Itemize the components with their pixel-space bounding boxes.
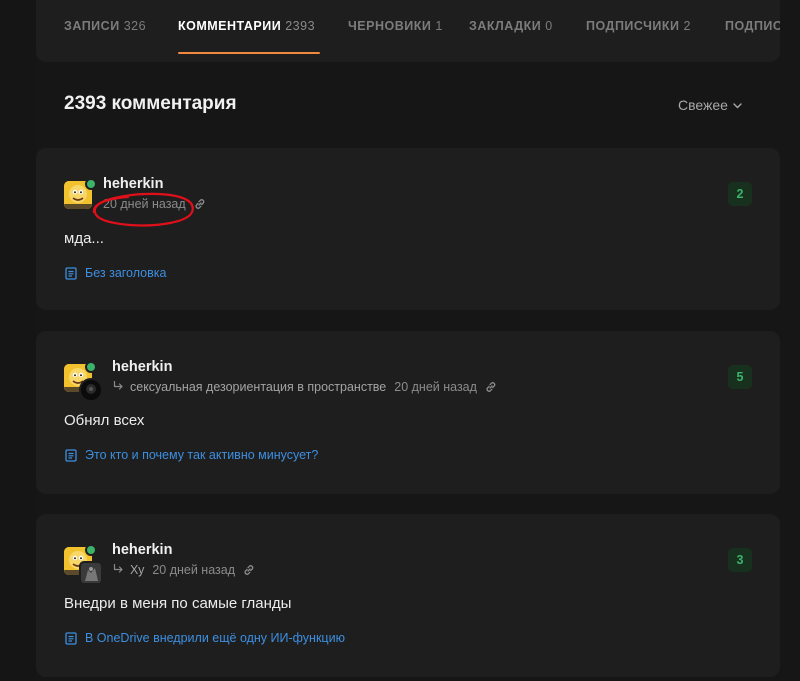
comment-time[interactable]: 20 дней назад [152,563,235,577]
tab-label: ПОДПИСЧИКИ [586,19,680,33]
tab-drafts[interactable]: ЧЕРНОВИКИ 1 [348,19,443,33]
document-icon [65,266,77,280]
comment-post-link[interactable]: Без заголовка [65,266,166,280]
link-icon[interactable] [484,380,498,394]
comment-card: heherkin Ху 20 дней назад Внедри в меня … [36,514,780,677]
comment-author[interactable]: heherkin [112,359,172,375]
reply-target-avatar [79,378,103,402]
tab-bookmarks[interactable]: ЗАКЛАДКИ 0 [469,19,553,33]
post-title: Без заголовка [85,266,167,280]
annotation-circle [92,192,194,227]
comments-count-heading: 2393 комментария [64,93,237,114]
comment-text: мда... [64,230,104,247]
tab-label: ЧЕРНОВИКИ [348,19,432,33]
online-indicator [85,544,97,556]
tab-count: 326 [123,19,147,33]
rating-badge: 3 [728,548,752,572]
comment-author[interactable]: heherkin [112,542,172,558]
avatar[interactable] [64,361,103,402]
tab-subscriptions[interactable]: ПОДПИС [725,19,780,33]
reply-target-avatar [79,561,103,585]
page-gutter [0,0,36,681]
link-icon[interactable] [242,563,256,577]
tab-label: ЗАКЛАДКИ [469,19,542,33]
tab-label: ПОДПИС [725,19,780,33]
tab-posts[interactable]: ЗАПИСИ 326 [64,19,146,33]
rating-badge: 2 [728,182,752,206]
reply-arrow-icon [113,563,124,577]
avatar[interactable] [64,544,103,585]
comment-card: heherkin 20 дней назад мда... Без заголо… [36,148,780,310]
tab-comments[interactable]: КОММЕНТАРИИ 2393 [178,19,315,33]
post-title: Это кто и почему так активно минусует? [85,448,319,462]
comment-card: heherkin сексуальная дезориентация в про… [36,331,780,494]
reply-arrow-icon [113,380,124,394]
tab-label: КОММЕНТАРИИ [178,19,282,33]
comment-post-link[interactable]: Это кто и почему так активно минусует? [65,448,318,462]
sort-dropdown[interactable]: Свежее [678,97,742,113]
comment-meta: Ху 20 дней назад [113,563,256,577]
online-indicator [85,178,97,190]
active-tab-indicator [178,52,320,54]
tab-count: 1 [435,19,443,33]
tab-count: 0 [545,19,553,33]
reply-target-name[interactable]: Ху [130,563,144,577]
tab-count: 2393 [285,19,316,33]
chevron-down-icon [733,100,742,112]
post-title: В OneDrive внедрили ещё одну ИИ-функцию [85,631,345,645]
profile-tabs-bar: ЗАПИСИ 326 КОММЕНТАРИИ 2393 ЧЕРНОВИКИ 1 ЗАК… [36,0,780,62]
comment-text: Внедри в меня по самые гланды [64,595,292,612]
comment-text: Обнял всех [64,412,145,429]
rating-badge: 5 [728,365,752,389]
comment-post-link[interactable]: В OneDrive внедрили ещё одну ИИ-функцию [65,631,345,645]
tab-followers[interactable]: ПОДПИСЧИКИ 2 [586,19,691,33]
document-icon [65,448,77,462]
tab-label: ЗАПИСИ [64,19,120,33]
comment-meta: сексуальная дезориентация в пространстве… [113,380,498,394]
comment-time[interactable]: 20 дней назад [394,380,477,394]
reply-target-name[interactable]: сексуальная дезориентация в пространстве [130,380,386,394]
document-icon [65,631,77,645]
tab-count: 2 [683,19,691,33]
sort-label: Свежее [678,97,728,113]
online-indicator [85,361,97,373]
